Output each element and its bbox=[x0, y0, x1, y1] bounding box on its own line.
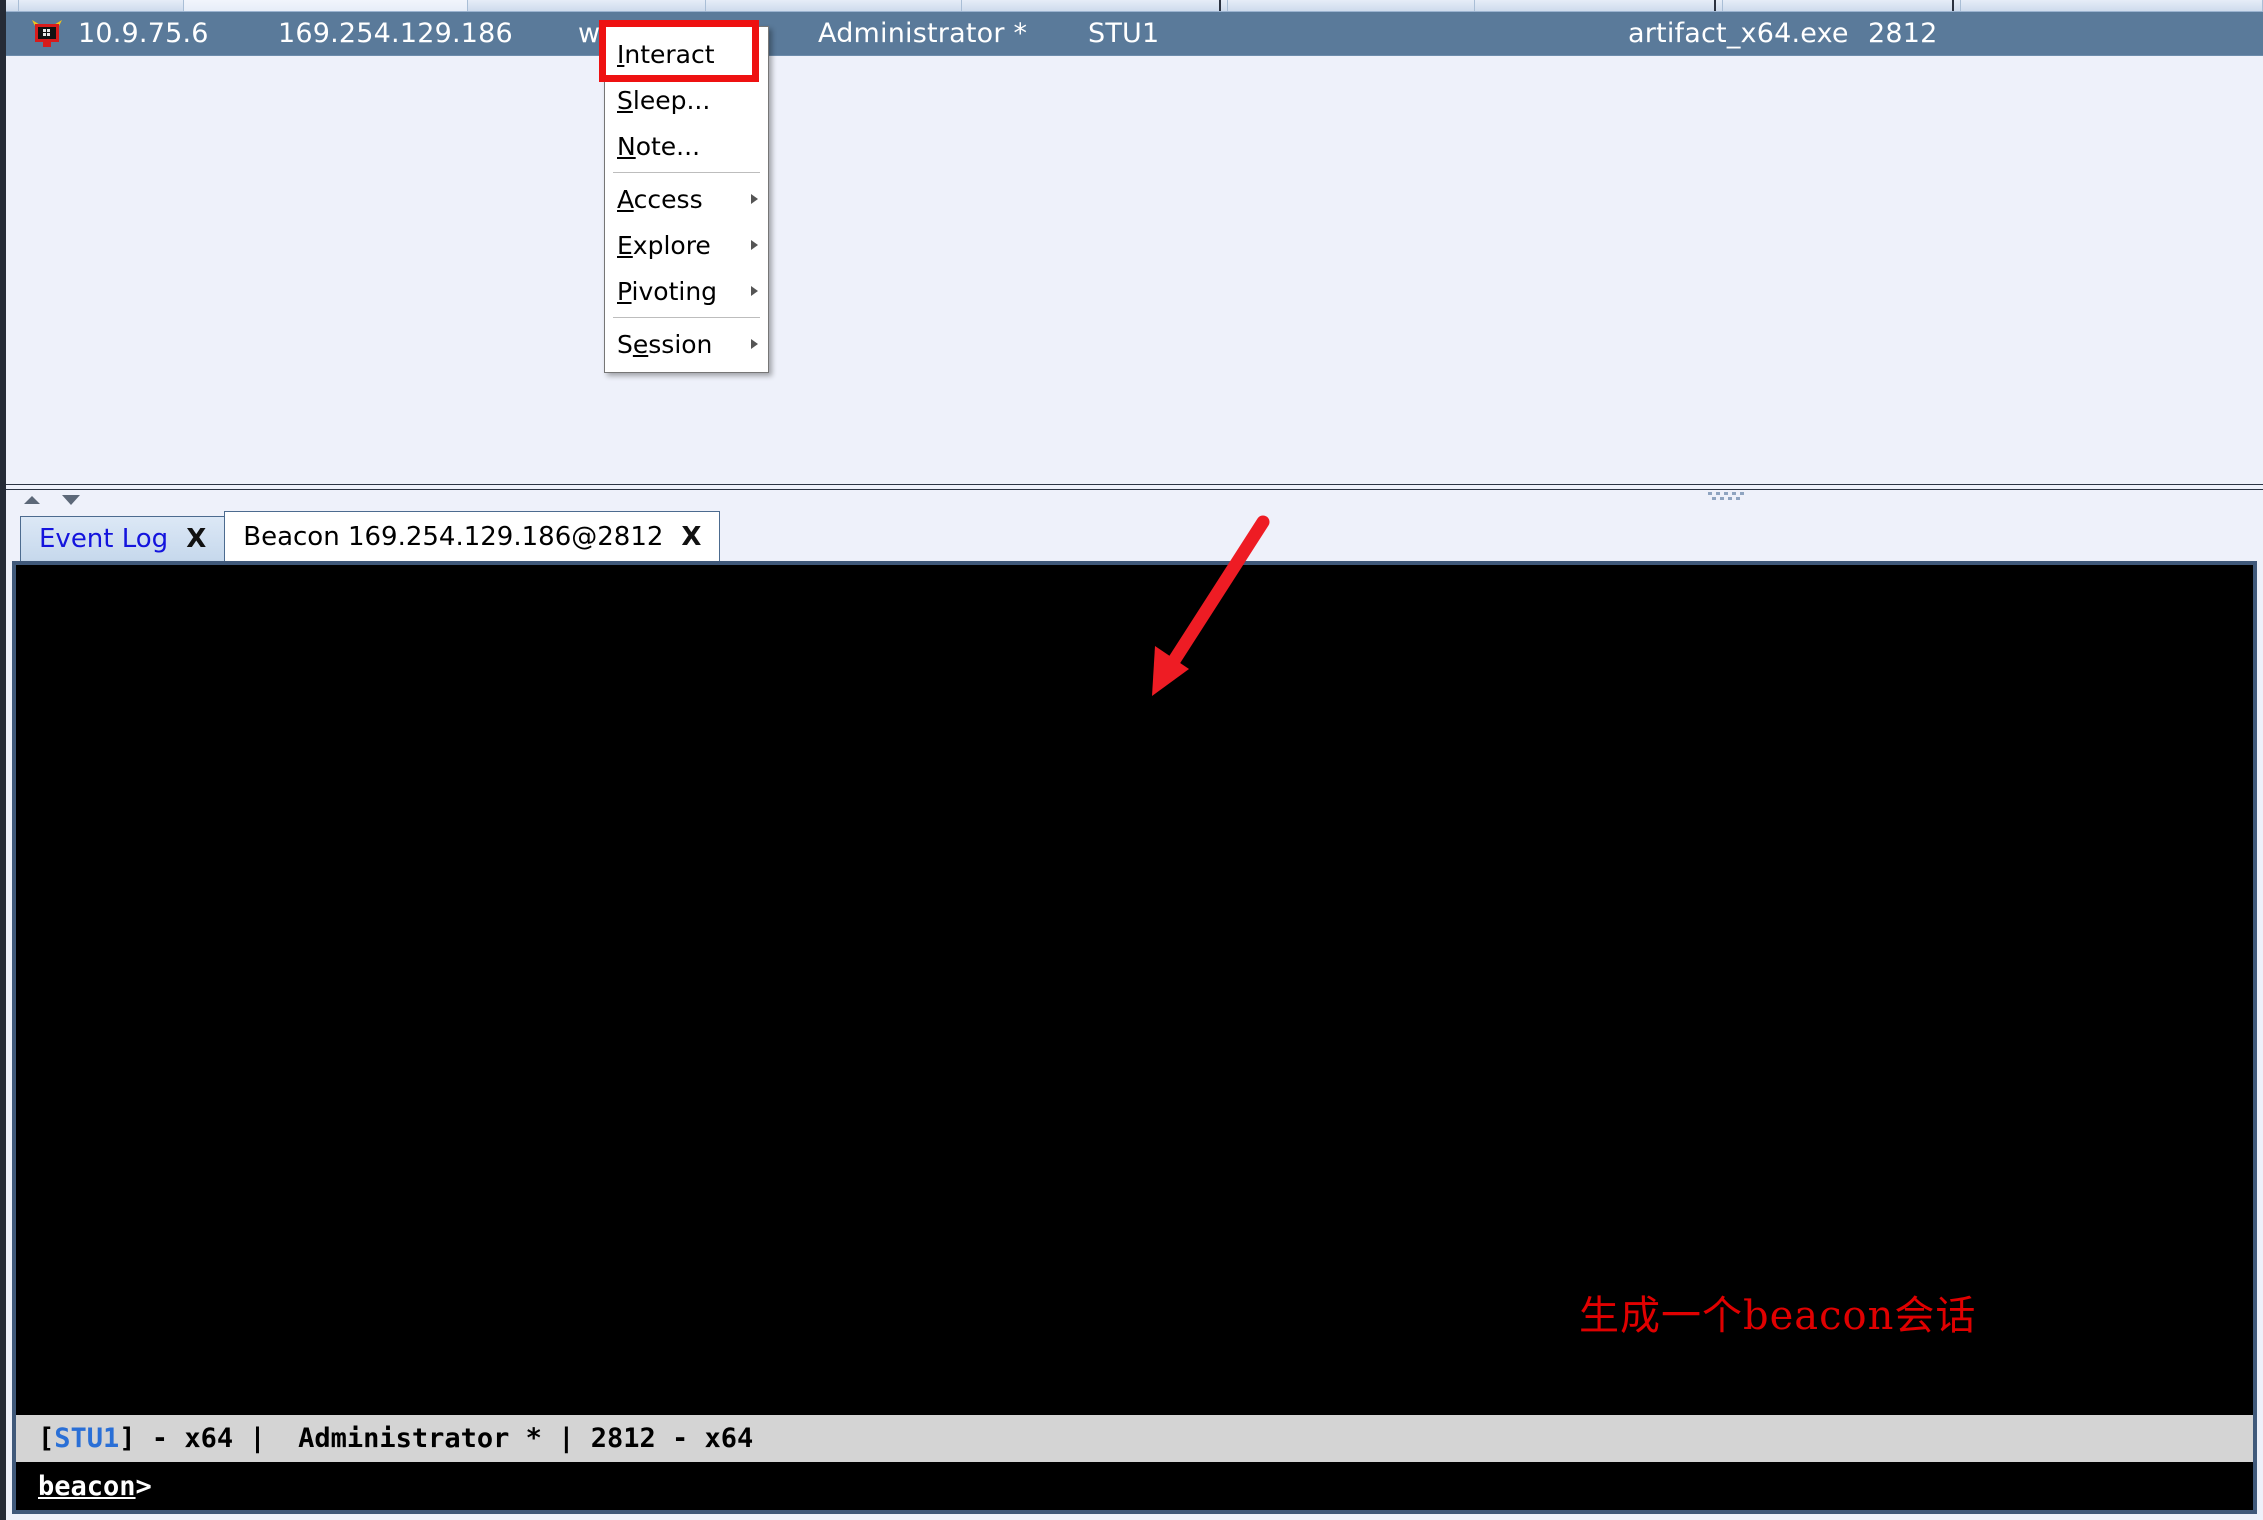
sort-descending-icon[interactable] bbox=[62, 495, 80, 505]
menu-item-label: Note... bbox=[617, 131, 701, 161]
menu-separator bbox=[613, 317, 760, 318]
menu-item-pivoting[interactable]: Pivoting bbox=[605, 268, 768, 314]
tab-label: Event Log bbox=[39, 524, 169, 554]
sort-indicator bbox=[1713, 0, 1716, 11]
split-pane-grip[interactable] bbox=[1708, 492, 1748, 502]
beacon-status-bar: [STU1] - x64 | Administrator * | 2812 - … bbox=[16, 1415, 2253, 1462]
tab-label: Beacon 169.254.129.186@2812 bbox=[243, 521, 664, 552]
menu-item-access[interactable]: Access bbox=[605, 176, 768, 222]
tab-strip: Event Log X Beacon 169.254.129.186@2812 … bbox=[6, 511, 2263, 561]
sort-indicator bbox=[1219, 0, 1221, 11]
column-header-external[interactable] bbox=[6, 0, 19, 11]
column-header-process[interactable] bbox=[1228, 0, 1476, 11]
menu-item-interact[interactable]: Interact bbox=[605, 31, 768, 77]
column-header-listener[interactable] bbox=[183, 0, 468, 11]
menu-item-session[interactable]: Session bbox=[605, 321, 768, 367]
menu-item-label: Session bbox=[617, 329, 713, 359]
sort-indicator bbox=[1951, 0, 1954, 11]
sessions-table-header[interactable] bbox=[6, 0, 2263, 12]
split-pane-divider[interactable] bbox=[6, 484, 2263, 490]
menu-item-note[interactable]: Note... bbox=[605, 123, 768, 169]
cell-process: artifact_x64.exe bbox=[1628, 17, 1849, 49]
chevron-right-icon bbox=[751, 286, 758, 296]
menu-item-label: Pivoting bbox=[617, 276, 718, 306]
status-rest: ] - x64 | Administrator * | 2812 - x64 bbox=[119, 1423, 754, 1454]
close-icon[interactable]: X bbox=[681, 522, 701, 552]
chevron-right-icon bbox=[751, 240, 758, 250]
cell-pid: 2812 bbox=[1868, 17, 1938, 49]
column-header-pid[interactable] bbox=[1475, 0, 1723, 11]
cell-internal: 169.254.129.186 bbox=[278, 17, 513, 49]
column-header-computer[interactable] bbox=[705, 0, 963, 11]
sort-ascending-icon[interactable] bbox=[24, 496, 40, 504]
menu-item-label: Explore bbox=[617, 230, 711, 260]
tab-beacon-console[interactable]: Beacon 169.254.129.186@2812 X bbox=[224, 511, 721, 561]
status-host: STU1 bbox=[54, 1423, 120, 1454]
close-icon[interactable]: X bbox=[186, 524, 206, 554]
column-header-user[interactable] bbox=[467, 0, 706, 11]
chevron-right-icon bbox=[751, 194, 758, 204]
cobalt-strike-window: 10.9.75.6 169.254.129.186 win7 Administr… bbox=[0, 0, 2263, 1520]
prompt-label: beacon bbox=[38, 1470, 136, 1502]
cell-user: Administrator * bbox=[818, 17, 1028, 49]
menu-item-explore[interactable]: Explore bbox=[605, 222, 768, 268]
prompt-suffix: > bbox=[135, 1470, 152, 1502]
annotation-chinese-note: 生成一个beacon会话 bbox=[1579, 1293, 1977, 1339]
beacon-console: [STU1] - x64 | Administrator * | 2812 - … bbox=[12, 561, 2257, 1514]
sessions-table-panel: 10.9.75.6 169.254.129.186 win7 Administr… bbox=[6, 0, 2263, 484]
cell-computer: STU1 bbox=[1088, 17, 1160, 49]
session-context-menu[interactable]: Interact Sleep... Note... Access Explore… bbox=[604, 26, 769, 373]
beacon-prompt-bar[interactable]: beacon > bbox=[16, 1462, 2253, 1510]
column-header-note[interactable] bbox=[962, 0, 1228, 11]
table-row[interactable]: 10.9.75.6 169.254.129.186 win7 Administr… bbox=[6, 12, 2263, 56]
menu-item-label: Access bbox=[617, 184, 703, 214]
menu-separator bbox=[613, 172, 760, 173]
cell-external: 10.9.75.6 bbox=[78, 17, 209, 49]
column-header-internal[interactable] bbox=[18, 0, 184, 11]
menu-item-label: Sleep... bbox=[617, 85, 711, 115]
tab-event-log[interactable]: Event Log X bbox=[20, 516, 226, 561]
status-open-bracket: [ bbox=[38, 1423, 55, 1454]
chevron-right-icon bbox=[751, 339, 758, 349]
column-header-arch[interactable] bbox=[1722, 0, 1961, 11]
menu-item-sleep[interactable]: Sleep... bbox=[605, 77, 768, 123]
menu-item-label: Interact bbox=[617, 39, 715, 69]
column-header-last[interactable] bbox=[1960, 0, 2263, 11]
tab-sort-controls[interactable] bbox=[24, 490, 80, 510]
beacon-computer-icon bbox=[24, 19, 70, 49]
